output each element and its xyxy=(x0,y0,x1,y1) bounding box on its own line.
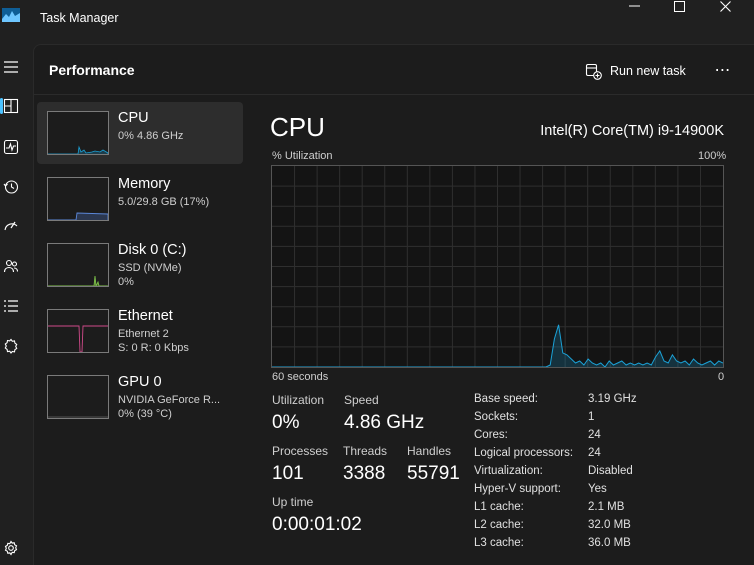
title-bar: Task Manager xyxy=(0,0,754,40)
resource-item-ethernet[interactable]: Ethernet Ethernet 2 S: 0 R: 0 Kbps xyxy=(37,300,243,362)
spec-value: 1 xyxy=(588,411,595,423)
close-button[interactable] xyxy=(703,0,747,12)
app-history-icon[interactable] xyxy=(0,176,22,198)
resource-name: Ethernet xyxy=(118,308,173,324)
cpu-thumbnail-graph xyxy=(47,111,109,155)
disk-thumbnail-graph xyxy=(47,243,109,287)
resource-detail: Ethernet 2 xyxy=(118,328,169,340)
more-options-button[interactable]: ⋯ xyxy=(711,59,735,81)
minimize-icon xyxy=(628,5,640,7)
spec-value: 36.0 MB xyxy=(588,537,631,549)
resource-name: Memory xyxy=(118,176,171,192)
detail-title: CPU xyxy=(270,112,325,142)
resource-item-disk[interactable]: Disk 0 (C:) SSD (NVMe) 0% xyxy=(37,234,243,296)
resource-detail: 0% 4.86 GHz xyxy=(118,130,184,142)
handles-value: 55791 xyxy=(407,463,460,484)
utilization-label: Utilization xyxy=(272,393,325,407)
active-indicator xyxy=(0,98,3,114)
close-icon xyxy=(719,0,731,12)
utilization-max-label: 100% xyxy=(698,150,727,162)
window-title: Task Manager xyxy=(40,11,119,25)
spec-value: 2.1 MB xyxy=(588,501,625,513)
resource-item-memory[interactable]: Memory 5.0/29.8 GB (17%) xyxy=(37,168,243,230)
speed-label: Speed xyxy=(344,393,379,407)
spec-label: Hyper-V support: xyxy=(474,483,561,495)
services-icon[interactable] xyxy=(0,335,22,357)
minimize-button[interactable] xyxy=(612,0,656,12)
utilization-value: 0% xyxy=(272,412,300,433)
resource-name: GPU 0 xyxy=(118,374,162,390)
processes-value: 101 xyxy=(272,463,304,484)
run-new-task-button[interactable]: Run new task xyxy=(585,60,686,82)
main-panel: Performance Run new task ⋯ CPU 0% 4.86 G… xyxy=(33,44,754,565)
run-new-task-icon xyxy=(585,63,602,80)
users-icon[interactable] xyxy=(0,255,22,277)
navigation-rail xyxy=(0,40,33,565)
threads-label: Threads xyxy=(343,444,388,458)
gpu-thumbnail-graph xyxy=(47,375,109,419)
resource-detail: SSD (NVMe) xyxy=(118,262,182,274)
details-icon[interactable] xyxy=(0,295,22,317)
resource-detail-2: 0% (39 °C) xyxy=(118,408,172,420)
resource-item-gpu[interactable]: GPU 0 NVIDIA GeForce R... 0% (39 °C) xyxy=(37,366,243,428)
settings-icon[interactable] xyxy=(0,537,22,559)
page-title: Performance xyxy=(49,62,135,78)
spec-value: Disabled xyxy=(588,465,633,477)
task-manager-app-icon xyxy=(2,8,20,22)
spec-label: L1 cache: xyxy=(474,501,524,513)
uptime-value: 0:00:01:02 xyxy=(272,514,362,535)
resource-detail-2: S: 0 R: 0 Kbps xyxy=(118,342,189,354)
spec-value: 32.0 MB xyxy=(588,519,631,531)
cpu-utilization-graph xyxy=(271,165,724,368)
graph-time-span-label: 60 seconds xyxy=(272,371,329,383)
processes-label: Processes xyxy=(272,444,329,458)
spec-label: Sockets: xyxy=(474,411,519,423)
uptime-label: Up time xyxy=(272,495,314,509)
spec-value: 24 xyxy=(588,429,601,441)
resource-name: CPU xyxy=(118,110,149,126)
resource-detail-2: 0% xyxy=(118,276,134,288)
page-header: Performance Run new task ⋯ xyxy=(34,45,754,95)
memory-thumbnail-graph xyxy=(47,177,109,221)
threads-value: 3388 xyxy=(343,463,386,484)
spec-value: 24 xyxy=(588,447,601,459)
spec-label: L2 cache: xyxy=(474,519,524,531)
spec-value: Yes xyxy=(588,483,607,495)
cpu-model: Intel(R) Core(TM) i9-14900K xyxy=(540,123,724,139)
resource-list: CPU 0% 4.86 GHz Memory 5.0/29.8 GB (17%)… xyxy=(37,102,243,432)
resource-item-cpu[interactable]: CPU 0% 4.86 GHz xyxy=(37,102,243,164)
performance-icon[interactable] xyxy=(0,136,22,158)
spec-label: Cores: xyxy=(474,429,508,441)
ethernet-thumbnail-graph xyxy=(47,309,109,353)
resource-name: Disk 0 (C:) xyxy=(118,242,187,258)
handles-label: Handles xyxy=(407,444,452,458)
resource-detail: 5.0/29.8 GB (17%) xyxy=(118,196,210,208)
spec-label: Base speed: xyxy=(474,393,538,405)
hamburger-icon[interactable] xyxy=(0,56,22,78)
speed-value: 4.86 GHz xyxy=(344,412,425,433)
run-new-task-label: Run new task xyxy=(610,64,686,78)
spec-value: 3.19 GHz xyxy=(588,393,637,405)
graph-time-now-label: 0 xyxy=(718,371,725,383)
utilization-axis-label: % Utilization xyxy=(272,150,333,162)
maximize-icon xyxy=(673,0,685,12)
processes-icon[interactable] xyxy=(0,95,22,117)
spec-label: Logical processors: xyxy=(474,447,574,459)
resource-detail: NVIDIA GeForce R... xyxy=(118,394,221,406)
spec-label: Virtualization: xyxy=(474,465,543,477)
maximize-button[interactable] xyxy=(657,0,701,12)
startup-apps-icon[interactable] xyxy=(0,215,22,237)
spec-label: L3 cache: xyxy=(474,537,524,549)
